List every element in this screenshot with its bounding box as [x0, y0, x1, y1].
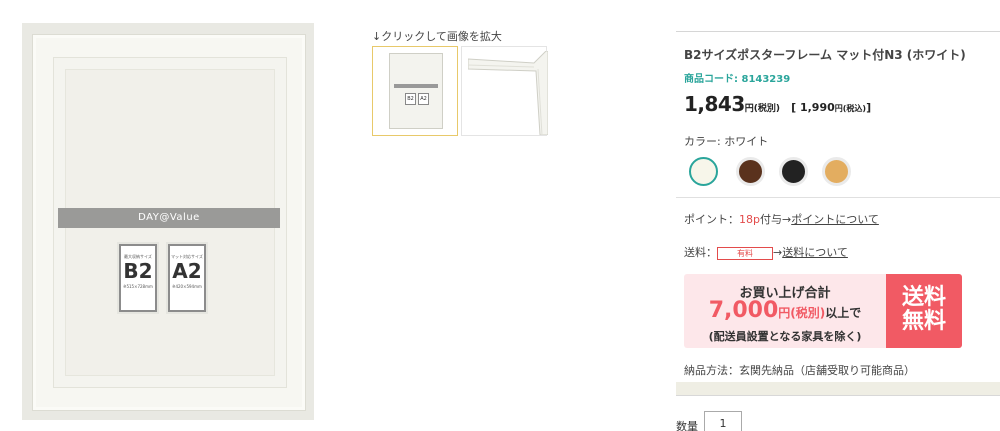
shipping-label: 送料：: [684, 246, 717, 259]
price-incl-unit: 円(税込): [834, 104, 867, 113]
promo-above: 以上で: [825, 306, 862, 320]
points-label: ポイント：: [684, 213, 739, 226]
size-card-size: B2: [123, 259, 153, 283]
size-card-dimensions: ※420×594mm: [172, 284, 202, 289]
thumbnail-corner-detail[interactable]: [461, 46, 548, 136]
price-tax-unit: 円(税別): [744, 104, 780, 114]
points-suffix: 付与→: [759, 213, 792, 226]
price-incl-value: 1,990: [799, 101, 835, 114]
brand-band: DAY@Value: [58, 208, 280, 228]
shipping-link[interactable]: 送料について: [782, 246, 848, 259]
color-swatch-white[interactable]: [689, 157, 718, 186]
color-swatch-brown[interactable]: [736, 157, 765, 186]
price-incl-tax: [ 1,990円(税込)]: [791, 101, 871, 114]
free-shipping-badge-line2: 無料: [901, 309, 946, 334]
promo-unit: 円(税別): [778, 306, 826, 320]
size-card-a2: マット対応サイズ A2 ※420×594mm: [168, 244, 206, 312]
frame-inner: DAY@Value 最大収納サイズ B2 ※515×728mm マット対応サイズ…: [53, 57, 287, 388]
shipping-paid-badge: 有料: [717, 246, 773, 260]
thumbnail-front[interactable]: B2 A2: [372, 46, 458, 136]
price-value: 1,843: [684, 92, 745, 116]
promo-note: (配送員設置となる家具を除く): [708, 330, 862, 343]
free-shipping-badge: 送料 無料: [886, 274, 962, 348]
thumbnail-brand-band: [394, 84, 438, 88]
thumbnail-card-b2: B2: [405, 93, 416, 105]
free-shipping-badge-line1: 送料: [901, 285, 946, 310]
size-card-b2: 最大収納サイズ B2 ※515×728mm: [119, 244, 157, 312]
thumbnail-caption: ↓クリックして画像を拡大: [372, 30, 502, 43]
promo-threshold: 7,000円(税別)以上で: [684, 298, 886, 323]
thumbnail-card-a2: A2: [418, 93, 429, 105]
size-card-size: A2: [172, 259, 202, 283]
price: 1,843円(税別) [ 1,990円(税込)]: [684, 92, 871, 116]
frame-corner-image: [468, 51, 548, 135]
points-info: ポイント：18p付与→ポイントについて: [684, 211, 879, 227]
delivery-method: 納品方法：玄関先納品（店舗受取り可能商品）: [684, 364, 915, 377]
divider: [676, 197, 1000, 198]
color-swatch-black[interactable]: [779, 157, 808, 186]
section-band: [676, 382, 1000, 396]
shipping-info: 送料： 有料 →送料について: [684, 244, 848, 260]
free-shipping-banner[interactable]: お買い上げ合計 7,000円(税別)以上で (配送員設置となる家具を除く) 送料…: [684, 274, 962, 348]
points-value: 18p: [739, 213, 760, 226]
bracket-open: [: [791, 101, 797, 114]
shipping-arrow: →: [773, 246, 783, 259]
divider: [676, 31, 1000, 32]
promo-amount: 7,000: [708, 298, 779, 323]
size-card-dimensions: ※515×728mm: [123, 284, 153, 289]
product-code: 商品コード: 8143239: [684, 74, 791, 85]
poster-frame: DAY@Value 最大収納サイズ B2 ※515×728mm マット対応サイズ…: [32, 34, 306, 411]
color-swatch-natural[interactable]: [822, 157, 851, 186]
frame-mat: DAY@Value 最大収納サイズ B2 ※515×728mm マット対応サイズ…: [58, 69, 280, 376]
thumbnail-frame-image: B2 A2: [389, 53, 443, 129]
points-link[interactable]: ポイントについて: [791, 213, 879, 226]
quantity-label: 数量: [676, 420, 698, 431]
quantity-input[interactable]: [704, 411, 742, 431]
bracket-close: ]: [866, 101, 872, 114]
product-main-image[interactable]: DAY@Value 最大収納サイズ B2 ※515×728mm マット対応サイズ…: [22, 23, 314, 420]
brand-label: DAY@Value: [138, 212, 200, 223]
product-title: B2サイズポスターフレーム マット付N3 (ホワイト): [684, 48, 966, 62]
color-label: カラー: ホワイト: [684, 135, 769, 148]
